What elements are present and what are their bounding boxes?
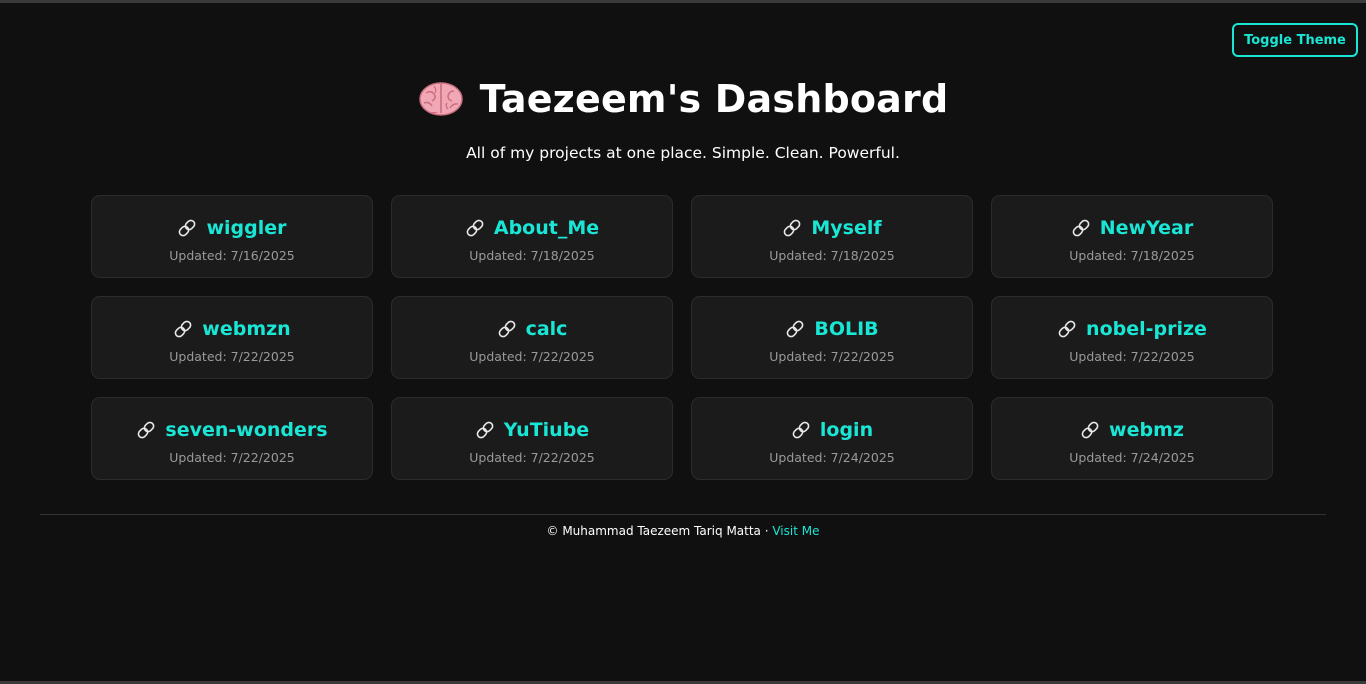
toggle-theme-button[interactable]: Toggle Theme: [1232, 23, 1358, 57]
card-title: YuTiube: [475, 417, 589, 443]
project-name[interactable]: webmz: [1109, 419, 1184, 441]
project-card[interactable]: webmzn Updated: 7/22/2025: [91, 296, 373, 379]
project-card[interactable]: seven-wonders Updated: 7/22/2025: [91, 397, 373, 480]
visit-me-link[interactable]: Visit Me: [772, 524, 819, 538]
card-title: BOLIB: [785, 316, 879, 342]
project-grid: wiggler Updated: 7/16/2025 About_Me Upda…: [91, 195, 1273, 480]
project-name[interactable]: calc: [526, 318, 568, 340]
card-title: webmzn: [173, 316, 291, 342]
card-title: login: [791, 417, 873, 443]
project-card[interactable]: calc Updated: 7/22/2025: [391, 296, 673, 379]
project-updated: Updated: 7/18/2025: [769, 248, 895, 263]
project-card[interactable]: YuTiube Updated: 7/22/2025: [391, 397, 673, 480]
brain-icon: [418, 82, 463, 116]
project-name[interactable]: Myself: [811, 217, 881, 239]
project-name[interactable]: webmzn: [202, 318, 290, 340]
project-card[interactable]: BOLIB Updated: 7/22/2025: [691, 296, 973, 379]
title-row: Taezeem's Dashboard: [0, 74, 1366, 124]
project-card[interactable]: wiggler Updated: 7/16/2025: [91, 195, 373, 278]
project-updated: Updated: 7/22/2025: [469, 450, 595, 465]
footer-divider: [40, 514, 1326, 515]
card-title: calc: [497, 316, 568, 342]
project-updated: Updated: 7/18/2025: [469, 248, 595, 263]
project-updated: Updated: 7/22/2025: [169, 349, 295, 364]
project-card[interactable]: nobel-prize Updated: 7/22/2025: [991, 296, 1273, 379]
project-name[interactable]: NewYear: [1100, 217, 1193, 239]
link-icon: [786, 320, 804, 338]
card-title: seven-wonders: [136, 417, 328, 443]
link-icon: [179, 219, 196, 237]
link-icon: [498, 320, 515, 338]
project-card[interactable]: login Updated: 7/24/2025: [691, 397, 973, 480]
project-card[interactable]: Myself Updated: 7/18/2025: [691, 195, 973, 278]
project-card[interactable]: webmz Updated: 7/24/2025: [991, 397, 1273, 480]
project-updated: Updated: 7/22/2025: [469, 349, 595, 364]
project-name[interactable]: seven-wonders: [165, 419, 327, 441]
card-title: NewYear: [1071, 215, 1193, 241]
link-icon: [792, 421, 810, 439]
project-name[interactable]: YuTiube: [504, 419, 589, 441]
project-updated: Updated: 7/24/2025: [769, 450, 895, 465]
project-updated: Updated: 7/24/2025: [1069, 450, 1195, 465]
footer: © Muhammad Taezeem Tariq Matta · Visit M…: [0, 524, 1366, 538]
project-card[interactable]: NewYear Updated: 7/18/2025: [991, 195, 1273, 278]
link-icon: [476, 421, 494, 439]
project-name[interactable]: About_Me: [494, 217, 599, 239]
project-updated: Updated: 7/16/2025: [169, 248, 295, 263]
link-icon: [466, 219, 484, 237]
page-header: Taezeem's Dashboard: [0, 74, 1366, 124]
link-icon: [783, 219, 801, 237]
project-name[interactable]: BOLIB: [814, 318, 878, 340]
project-updated: Updated: 7/22/2025: [1069, 349, 1195, 364]
link-icon: [138, 421, 155, 439]
link-icon: [1072, 219, 1090, 237]
project-updated: Updated: 7/18/2025: [1069, 248, 1195, 263]
page-subtitle: All of my projects at one place. Simple.…: [466, 144, 900, 162]
project-updated: Updated: 7/22/2025: [769, 349, 895, 364]
project-updated: Updated: 7/22/2025: [169, 450, 295, 465]
project-card[interactable]: About_Me Updated: 7/18/2025: [391, 195, 673, 278]
project-name[interactable]: nobel-prize: [1086, 318, 1207, 340]
link-icon: [1081, 421, 1099, 439]
link-icon: [174, 320, 192, 338]
card-title: wiggler: [177, 215, 287, 241]
card-title: Myself: [782, 215, 882, 241]
card-title: nobel-prize: [1057, 316, 1207, 342]
card-title: About_Me: [465, 215, 599, 241]
card-title: webmz: [1080, 417, 1184, 443]
link-icon: [1058, 320, 1076, 338]
window-top-edge: [0, 0, 1366, 3]
page-title: Taezeem's Dashboard: [479, 77, 949, 121]
project-name[interactable]: wiggler: [206, 217, 286, 239]
project-name[interactable]: login: [820, 419, 873, 441]
footer-copyright: © Muhammad Taezeem Tariq Matta ·: [546, 524, 773, 538]
